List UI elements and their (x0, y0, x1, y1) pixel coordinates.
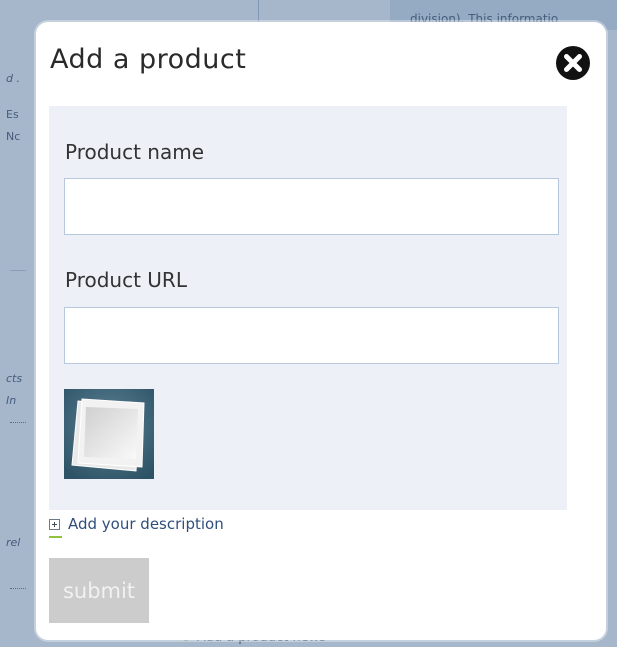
add-description-label: Add your description (68, 515, 224, 533)
close-x-circle-icon (556, 46, 590, 80)
product-name-input[interactable] (64, 178, 559, 235)
add-description-link[interactable]: Add your description (49, 512, 224, 536)
product-url-input[interactable] (64, 307, 559, 364)
accent-underline (49, 536, 62, 538)
image-placeholder-icon (64, 389, 154, 479)
expand-plus-icon (49, 518, 60, 530)
dialog-title: Add a product (50, 44, 247, 75)
product-image-picker[interactable] (64, 389, 154, 479)
product-form-panel: Product name Product URL (49, 106, 567, 510)
product-url-label: Product URL (65, 268, 187, 292)
close-button[interactable] (554, 44, 592, 82)
submit-button[interactable]: submit (49, 558, 149, 623)
add-product-dialog: Add a product Product name Product URL A… (36, 22, 606, 640)
product-name-label: Product name (65, 140, 205, 164)
